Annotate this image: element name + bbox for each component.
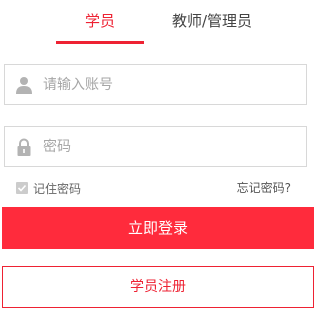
password-field[interactable] xyxy=(4,126,307,167)
remember-label: 记住密码 xyxy=(33,181,82,196)
account-field[interactable] xyxy=(4,64,307,105)
lock-icon xyxy=(15,138,33,156)
tab-teacher-admin[interactable]: 教师/管理员 xyxy=(160,10,264,44)
user-icon xyxy=(15,76,33,94)
login-button[interactable]: 立即登录 xyxy=(2,207,314,249)
check-icon xyxy=(17,184,27,192)
remember-password[interactable]: 记住密码 xyxy=(16,179,81,197)
remember-checkbox[interactable] xyxy=(16,182,28,194)
login-tabs: 学员 教师/管理员 xyxy=(0,0,321,44)
account-input[interactable] xyxy=(43,65,301,104)
student-register-button[interactable]: 学员注册 xyxy=(2,266,314,308)
password-input[interactable] xyxy=(43,127,301,166)
active-tab-indicator xyxy=(56,41,144,44)
forgot-password-link[interactable]: 忘记密码? xyxy=(237,179,291,197)
tab-student[interactable]: 学员 xyxy=(56,10,144,44)
